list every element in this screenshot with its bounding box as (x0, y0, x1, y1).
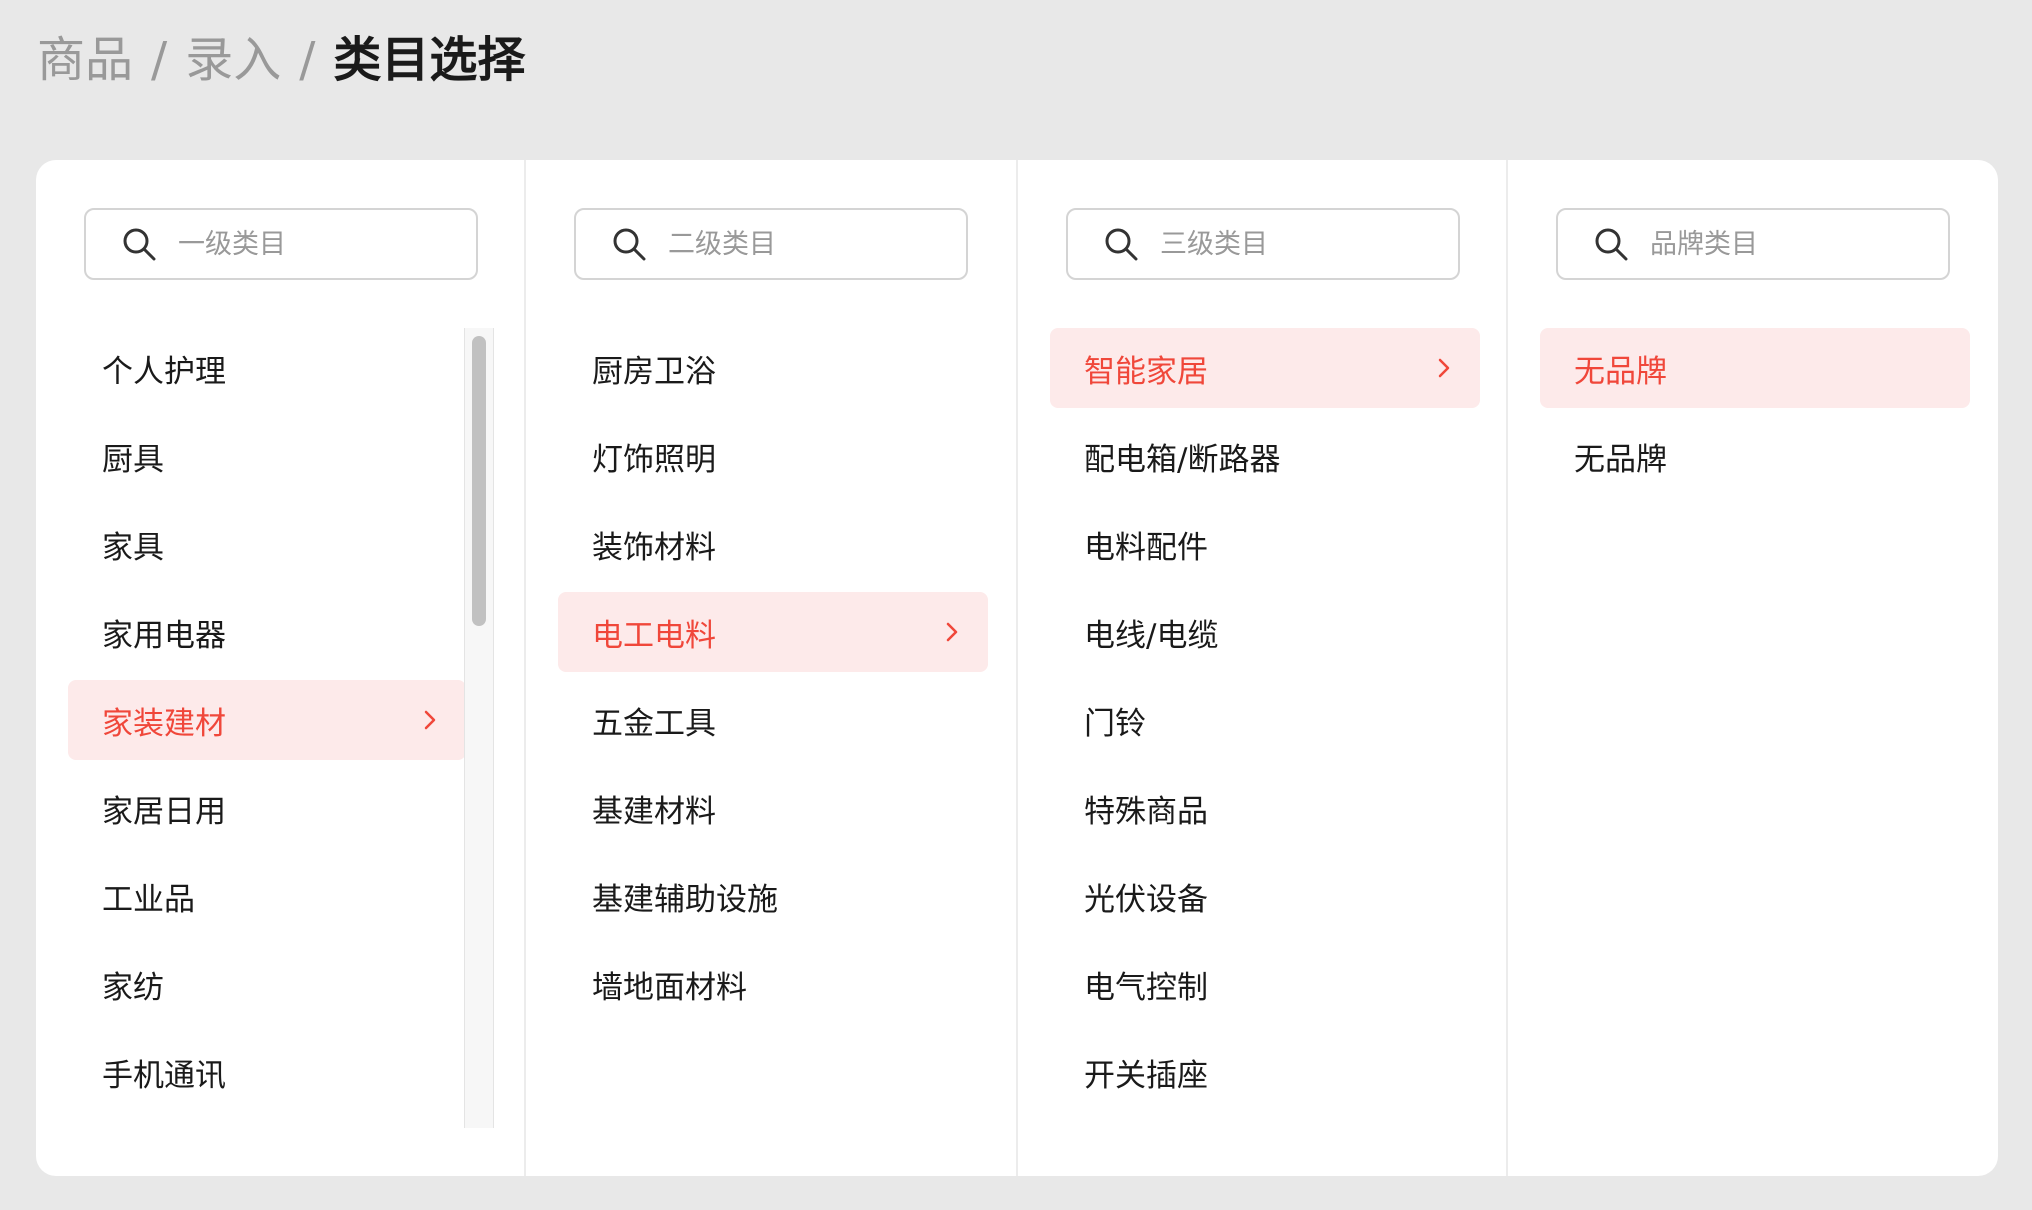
category-item-label: 个人护理 (102, 353, 226, 390)
category-item-label: 基建辅助设施 (592, 881, 778, 918)
category-item-label: 家用电器 (102, 617, 226, 654)
category-item[interactable]: 家用电器 (68, 592, 466, 672)
category-column-level1: 个人护理厨具家具家用电器家装建材家居日用工业品家纺手机通讯 (36, 160, 526, 1176)
breadcrumb-item-goods[interactable]: 商品 (37, 28, 133, 92)
category-item[interactable]: 电线/电缆 (1050, 592, 1480, 672)
category-item[interactable]: 家装建材 (68, 680, 466, 760)
category-item-label: 工业品 (102, 881, 195, 918)
search-box-level3[interactable] (1066, 208, 1460, 280)
category-item[interactable]: 五金工具 (558, 680, 988, 760)
category-item[interactable]: 光伏设备 (1050, 856, 1480, 936)
search-input-level1[interactable] (178, 228, 438, 260)
category-item-label: 智能家居 (1084, 353, 1208, 390)
category-item[interactable]: 电气控制 (1050, 944, 1480, 1024)
category-item[interactable]: 工业品 (68, 856, 466, 936)
category-item[interactable]: 家具 (68, 504, 466, 584)
category-list-level3: 智能家居配电箱/断路器 电料配件电线/电缆门铃特殊商品光伏设备电气控制开关插座 (1050, 328, 1480, 1120)
category-item-label: 开关插座 (1084, 1057, 1208, 1094)
chevron-right-icon (424, 710, 436, 730)
category-item[interactable]: 装饰材料 (558, 504, 988, 584)
category-item-label: 配电箱/断路器 (1084, 441, 1281, 478)
category-item[interactable]: 基建材料 (558, 768, 988, 848)
scrollbar-track[interactable] (464, 328, 494, 1128)
category-item[interactable]: 家居日用 (68, 768, 466, 848)
category-item-label: 厨房卫浴 (592, 353, 716, 390)
search-box-brand[interactable] (1556, 208, 1950, 280)
category-item[interactable]: 电料配件 (1050, 504, 1480, 584)
search-box-level2[interactable] (574, 208, 968, 280)
category-item[interactable]: 无品牌 (1540, 328, 1970, 408)
breadcrumb-separator: / (151, 32, 168, 88)
search-box-level1[interactable] (84, 208, 478, 280)
category-item-label: 厨具 (102, 441, 164, 478)
breadcrumb-separator: / (299, 32, 316, 88)
category-item-label: 特殊商品 (1084, 793, 1208, 830)
category-column-level3: 智能家居配电箱/断路器电料配件电线/电缆门铃特殊商品光伏设备电气控制开关插座 (1018, 160, 1508, 1176)
category-item-label: 装饰材料 (592, 529, 716, 566)
category-item-label: 家居日用 (102, 793, 226, 830)
category-item-label: 灯饰照明 (592, 441, 716, 478)
category-list-brand: 无品牌 无品牌 (1540, 328, 1970, 504)
category-item[interactable]: 灯饰照明 (558, 416, 988, 496)
category-item[interactable]: 无品牌 (1540, 416, 1970, 496)
category-item[interactable]: 开关插座 (1050, 1032, 1480, 1112)
category-item-label: 电料配件 (1084, 529, 1208, 566)
search-icon (1105, 228, 1138, 261)
category-item[interactable]: 厨房卫浴 (558, 328, 988, 408)
search-icon (613, 228, 646, 261)
category-item[interactable]: 智能家居 (1050, 328, 1480, 408)
category-item[interactable]: 特殊商品 (1050, 768, 1480, 848)
category-item-label: 基建材料 (592, 793, 716, 830)
page-title: 类目选择 (333, 32, 526, 88)
category-item[interactable]: 厨具 (68, 416, 466, 496)
category-item[interactable]: 基建辅助设施 (558, 856, 988, 936)
category-item[interactable]: 墙地面材料 (558, 944, 988, 1024)
category-item-label: 电工电料 (592, 617, 716, 654)
category-item-label: 电线/电缆 (1084, 617, 1219, 654)
chevron-right-icon (1438, 358, 1450, 378)
category-item-label: 家纺 (102, 969, 164, 1006)
category-column-brand: 无品牌无品牌 (1508, 160, 1998, 1176)
category-item-label: 电气控制 (1084, 969, 1208, 1006)
category-item-label: 五金工具 (592, 705, 716, 742)
category-item-label: 无品牌 (1574, 441, 1667, 478)
category-item[interactable]: 个人护理 (68, 328, 466, 408)
scrollbar-thumb[interactable] (472, 336, 486, 626)
category-item-label: 家装建材 (102, 705, 226, 742)
category-item-label: 门铃 (1084, 705, 1146, 742)
category-item[interactable]: 家纺 (68, 944, 466, 1024)
search-icon (1595, 228, 1628, 261)
category-item[interactable]: 配电箱/断路器 (1050, 416, 1480, 496)
category-item-label: 墙地面材料 (592, 969, 747, 1006)
category-item[interactable]: 电工电料 (558, 592, 988, 672)
category-item-label: 家具 (102, 529, 164, 566)
page: 商品 / 录入 / 类目选择 个人护理厨具家具家用电器家装建材家居日用工业品家纺… (0, 0, 2032, 1210)
category-item[interactable]: 门铃 (1050, 680, 1480, 760)
chevron-right-icon (946, 622, 958, 642)
search-input-level3[interactable] (1160, 228, 1420, 260)
category-item-label: 手机通讯 (102, 1057, 226, 1094)
category-list-level1: 个人护理厨具家具家用电器家装建材家居日用工业品家纺手机通讯 (68, 328, 466, 1120)
search-input-level2[interactable] (668, 228, 928, 260)
category-item-label: 无品牌 (1574, 353, 1667, 390)
category-item[interactable]: 手机通讯 (68, 1032, 466, 1112)
category-column-level2: 厨房卫浴灯饰照明装饰材料电工电料五金工具基建材料基建辅助设施墙地面材料 (526, 160, 1018, 1176)
category-selector-panel: 个人护理厨具家具家用电器家装建材家居日用工业品家纺手机通讯 厨房卫浴灯饰照明装饰… (36, 160, 1998, 1176)
search-input-brand[interactable] (1650, 228, 1910, 260)
search-icon (123, 228, 156, 261)
category-item-label: 光伏设备 (1084, 881, 1208, 918)
category-list-level2: 厨房卫浴灯饰照明装饰材料电工电料五金工具基建材料基建辅助设施 墙地面材料 (558, 328, 988, 1032)
breadcrumb-item-entry[interactable]: 录入 (185, 28, 281, 92)
breadcrumb: 商品 / 录入 / 类目选择 (37, 28, 525, 92)
